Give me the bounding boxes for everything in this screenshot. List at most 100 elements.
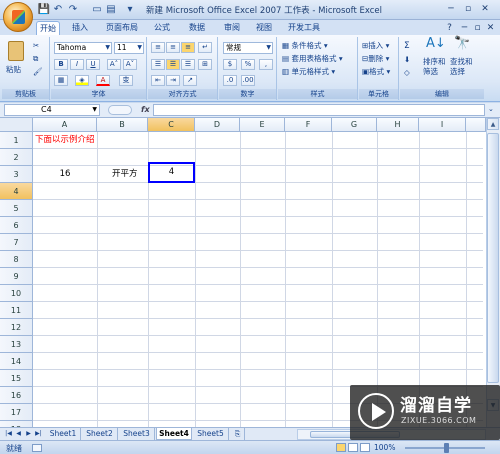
select-all-button[interactable]	[0, 118, 33, 132]
font-color-button[interactable]: A	[96, 75, 110, 86]
wrap-text-icon[interactable]: ↵	[198, 42, 212, 53]
cell-b3[interactable]: 开平方	[112, 166, 138, 183]
row-header-17[interactable]: 17	[0, 404, 33, 421]
increase-indent-icon[interactable]: ⇥	[166, 75, 180, 86]
tab-insert[interactable]: 插入	[68, 21, 92, 35]
row-header-15[interactable]: 15	[0, 370, 33, 387]
sort-filter-icon[interactable]: A↓	[426, 37, 446, 50]
prev-sheet-icon[interactable]: ◀	[14, 429, 23, 439]
format-painter-icon[interactable]: 🖌	[33, 67, 43, 77]
workbook-close-button[interactable]: ✕	[485, 23, 496, 33]
column-header-f[interactable]: F	[285, 118, 332, 132]
align-top-icon[interactable]: ≡	[151, 42, 165, 53]
row-header-6[interactable]: 6	[0, 217, 33, 234]
sheet-tab-2[interactable]: Sheet2	[82, 428, 118, 440]
font-name-select[interactable]: Tahoma ▼	[54, 42, 112, 54]
sheet-tab-5[interactable]: Sheet5	[193, 428, 229, 440]
workbook-minimize-button[interactable]: ─	[459, 23, 470, 33]
align-middle-icon[interactable]: ≡	[166, 42, 180, 53]
sort-filter-label[interactable]: 排序和	[423, 57, 446, 67]
font-size-select[interactable]: 11 ▼	[114, 42, 144, 54]
worksheet-grid[interactable]: A B C D E F G H I 1 2 3 4 5 6 7 8 9 10 1…	[0, 118, 500, 427]
paste-icon[interactable]	[8, 41, 24, 61]
column-header-d[interactable]: D	[195, 118, 240, 132]
macro-record-icon[interactable]	[32, 444, 42, 452]
clear-icon[interactable]: ◇	[404, 68, 410, 78]
column-header-b[interactable]: B	[97, 118, 148, 132]
cell-styles-button[interactable]: ▥ 单元格样式 ▾	[282, 67, 335, 77]
cell-c3[interactable]: 4	[148, 164, 195, 181]
zoom-slider-thumb[interactable]	[444, 443, 449, 453]
number-format-select[interactable]: 常规 ▼	[223, 42, 273, 54]
page-layout-view-icon[interactable]	[348, 443, 358, 452]
align-center-icon[interactable]: ☰	[166, 59, 180, 70]
tab-formulas[interactable]: 公式	[150, 21, 174, 35]
column-header-i[interactable]: I	[419, 118, 466, 132]
format-button[interactable]: ▣格式 ▾	[362, 67, 390, 77]
column-header-c[interactable]: C	[148, 118, 195, 132]
row-header-14[interactable]: 14	[0, 353, 33, 370]
row-header-12[interactable]: 12	[0, 319, 33, 336]
align-left-icon[interactable]: ☰	[151, 59, 165, 70]
vertical-scroll-thumb[interactable]	[487, 133, 499, 383]
currency-icon[interactable]: $	[223, 59, 237, 70]
underline-button[interactable]: U	[86, 59, 100, 70]
row-header-13[interactable]: 13	[0, 336, 33, 353]
copy-icon[interactable]: ⧉	[33, 54, 38, 64]
tab-data[interactable]: 数据	[185, 21, 209, 35]
restore-button[interactable]: ▫	[461, 3, 475, 15]
insert-sheet-icon[interactable]: ⎘	[231, 428, 245, 440]
bold-button[interactable]: B	[54, 59, 68, 70]
last-sheet-icon[interactable]: ▶|	[34, 429, 43, 439]
expand-formula-icon[interactable]: ⌄	[488, 105, 494, 113]
sheet-tab-3[interactable]: Sheet3	[119, 428, 155, 440]
name-box[interactable]: C4 ▼	[4, 104, 100, 116]
find-select-icon[interactable]: 🔭	[454, 37, 470, 50]
percent-button[interactable]: %	[241, 59, 255, 70]
insert-function-button[interactable]: fx	[141, 105, 150, 114]
tab-home[interactable]: 开始	[36, 21, 60, 35]
print-preview-icon[interactable]: ▭	[90, 3, 104, 17]
next-sheet-icon[interactable]: ▶	[24, 429, 33, 439]
align-right-icon[interactable]: ☰	[181, 59, 195, 70]
page-break-view-icon[interactable]	[360, 443, 370, 452]
help-icon[interactable]: ?	[444, 23, 455, 33]
cut-icon[interactable]: ✂	[33, 41, 39, 51]
first-sheet-icon[interactable]: |◀	[4, 429, 13, 439]
merge-center-icon[interactable]: ⊞	[198, 59, 212, 70]
formula-bar-splitter[interactable]	[108, 105, 132, 115]
tab-developer[interactable]: 开发工具	[285, 21, 323, 35]
decrease-decimal-icon[interactable]: .00	[241, 75, 255, 86]
tab-view[interactable]: 视图	[252, 21, 276, 35]
tab-page-layout[interactable]: 页面布局	[103, 21, 141, 35]
zoom-level[interactable]: 100%	[374, 443, 395, 452]
fill-color-icon[interactable]: ◈	[75, 75, 89, 86]
cell-a3[interactable]: 16	[33, 166, 97, 183]
scroll-up-icon[interactable]: ▲	[487, 118, 499, 130]
office-button[interactable]	[3, 2, 33, 32]
insert-button[interactable]: ⊞插入 ▾	[362, 41, 389, 51]
minimize-button[interactable]: ─	[444, 3, 458, 15]
increase-decimal-icon[interactable]: .0	[223, 75, 237, 86]
row-header-7[interactable]: 7	[0, 234, 33, 251]
autosum-button[interactable]: Σ	[404, 41, 410, 51]
sheet-tab-4[interactable]: Sheet4	[156, 428, 192, 440]
column-header-a[interactable]: A	[33, 118, 97, 132]
row-header-4[interactable]: 4	[0, 183, 33, 200]
row-header-16[interactable]: 16	[0, 387, 33, 404]
save-icon[interactable]: 💾	[37, 3, 51, 17]
close-button[interactable]: ✕	[478, 3, 492, 15]
undo-icon[interactable]: ↶	[51, 3, 65, 17]
workbook-restore-button[interactable]: ▫	[472, 23, 483, 33]
italic-button[interactable]: I	[70, 59, 84, 70]
column-header-g[interactable]: G	[332, 118, 377, 132]
format-as-table-button[interactable]: ▤ 套用表格格式 ▾	[282, 54, 343, 64]
normal-view-icon[interactable]	[336, 443, 346, 452]
row-header-2[interactable]: 2	[0, 149, 33, 166]
row-header-11[interactable]: 11	[0, 302, 33, 319]
row-header-10[interactable]: 10	[0, 285, 33, 302]
phonetic-button[interactable]: 变	[119, 75, 133, 86]
comma-button[interactable]: ,	[259, 59, 273, 70]
sort-filter-label-2[interactable]: 筛选	[423, 67, 438, 77]
find-select-label[interactable]: 查找和	[450, 57, 473, 67]
